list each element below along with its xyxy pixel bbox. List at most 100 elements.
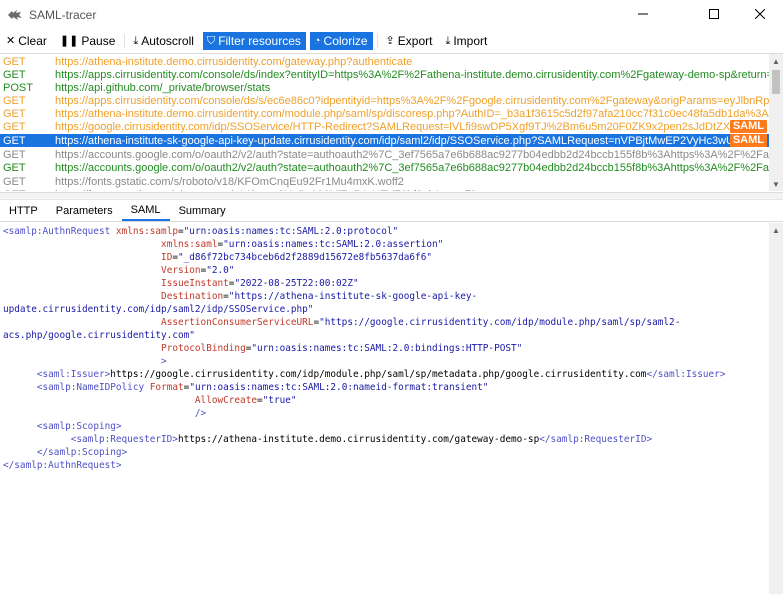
drop-icon: ◔ [313,34,321,47]
xml-tag: </samlp:RequesterID> [539,434,653,445]
xml-attr-value: "urn:oasis:names:tc:SAML:2.0:nameid-form… [189,382,489,393]
request-url: https://athena-institute.demo.cirrusiden… [55,107,769,120]
minimize-button[interactable] [620,0,666,30]
xml-attr-value: "https://athena-institute-sk-google-api-… [228,291,478,302]
request-url: https://accounts.google.com/o/oauth2/v2/… [55,161,769,174]
request-row[interactable]: GET https://accounts.google.com/o/oauth2/… [0,161,769,174]
xml-attr-value: "2022-08-25T22:00:02Z" [234,278,359,289]
xml-token [3,239,161,250]
tab-saml[interactable]: SAML [121,200,170,221]
scroll-down-icon[interactable]: ▼ [769,177,783,191]
xml-line: </samlp:AuthnRequest> [3,459,769,472]
pause-icon: ❚❚ [59,34,79,47]
xml-attr-name: IssueInstant [161,278,229,289]
request-url: https://athena-institute-sk-google-api-k… [55,134,747,147]
import-label: Import [453,34,488,48]
tab-http[interactable]: HTTP [0,200,47,221]
xml-attr-value: "2.0" [206,265,235,276]
request-url: https://google.cirrusidentity.com/idp/SS… [55,120,746,133]
xml-attr-value: "https://google.cirrusidentity.com/idp/m… [319,317,681,328]
request-url: https://fonts.gstatic.com/s/opensans/v14… [55,189,769,192]
xml-tag: </saml:Issuer> [646,369,726,380]
saml-badge: SAML [729,134,767,147]
xml-line: ProtocolBinding="urn:oasis:names:tc:SAML… [3,342,769,355]
request-url: https://fonts.gstatic.com/s/roboto/v18/K… [55,175,404,188]
x-icon: ✕ [6,34,16,47]
xml-line: /> [3,407,769,420]
maximize-icon [709,8,719,22]
detail-tabs: HTTP Parameters SAML Summary [0,201,783,222]
close-icon [754,8,766,22]
scroll-up-icon[interactable]: ▲ [769,54,783,68]
xml-attr-value: update.cirrusidentity.com/idp/saml2/idp/… [3,304,314,315]
request-url: https://api.github.com/_private/browser/… [55,81,271,94]
request-row[interactable]: GET https://apps.cirrusidentity.com/conso… [0,94,769,107]
xml-token [3,395,195,406]
request-row[interactable]: GET https://apps.cirrusidentity.com/conso… [0,68,769,81]
request-url: https://accounts.google.com/o/oauth2/v2/… [55,148,769,161]
xml-attr-value: acs.php/google.cirrusidentity.com" [3,330,195,341]
xml-line: IssueInstant="2022-08-25T22:00:02Z" [3,277,769,290]
request-row[interactable]: GET https://fonts.gstatic.com/s/roboto/v1… [0,175,769,188]
xml-attr-value: "true" [262,395,297,406]
clear-label: Clear [18,34,47,48]
xml-attr-value: "urn:oasis:names:tc:SAML:2.0:bindings:HT… [251,343,523,354]
saml-tracer-app-icon [7,7,23,23]
import-button[interactable]: ⤓ Import [441,32,492,50]
pause-button[interactable]: ❚❚ Pause [56,32,120,50]
xml-tag: /> [194,408,207,419]
request-row[interactable]: GET https://athena-institute-sk-google-ap… [0,134,769,147]
saml-badge: SAML [729,120,767,133]
xml-line: update.cirrusidentity.com/idp/saml2/idp/… [3,303,769,316]
xml-tag: <samlp:NameIDPolicy [36,382,145,393]
request-row[interactable]: GET https://athena-institute.demo.cirrusi… [0,107,769,120]
xml-attr-name: ProtocolBinding [161,343,246,354]
autoscroll-button[interactable]: ⤓ Autoscroll [129,32,199,50]
minimize-icon [638,8,648,22]
request-method: GET [3,134,26,147]
xml-token [3,434,71,445]
request-row[interactable]: GEThttps://fonts.gstatic.com/s/opensans/… [0,188,769,192]
toolbar-separator [376,34,378,48]
xml-attr-name: AssertionConsumerServiceURL [161,317,314,328]
export-button[interactable]: ⇪ Export [382,32,438,50]
request-list-scrollbar[interactable]: ▲ ▼ [769,54,783,191]
xml-token [3,382,37,393]
pane-splitter[interactable] [0,192,783,200]
request-method: GET [3,175,26,188]
tab-parameters[interactable]: Parameters [47,200,122,221]
scrollbar-thumb[interactable] [772,70,780,94]
request-method: GET [3,55,26,68]
colorize-button[interactable]: ◔ Colorize [309,32,373,50]
xml-line: xmlns:saml="urn:oasis:names:tc:SAML:2.0:… [3,238,769,251]
xml-token [3,265,161,276]
clear-button[interactable]: ✕ Clear [2,32,52,50]
request-url: https://apps.cirrusidentity.com/console/… [55,94,769,107]
xml-attr-name: Version [161,265,201,276]
xml-text: https://google.cirrusidentity.com/idp/mo… [110,369,647,380]
saml-xml-view: <samlp:AuthnRequest xmlns:samlp="urn:oas… [0,223,769,594]
request-row[interactable]: GET https://accounts.google.com/o/oauth2/… [0,148,769,161]
xml-attr-name: AllowCreate [194,395,257,406]
export-label: Export [397,34,433,48]
xml-tag: <saml:Issuer> [36,369,111,380]
maximize-button[interactable] [691,0,737,30]
close-button[interactable] [737,0,783,30]
saml-xml-code: <samlp:AuthnRequest xmlns:samlp="urn:oas… [0,223,769,472]
scroll-up-icon[interactable]: ▲ [769,223,783,237]
xml-attr-name: Destination [161,291,224,302]
request-row[interactable]: POST https://api.github.com/_private/brow… [0,81,769,94]
export-icon: ⇪ [385,34,395,47]
xml-tag: <samlp:AuthnRequest [3,226,111,237]
tab-summary[interactable]: Summary [170,200,235,221]
xml-line: acs.php/google.cirrusidentity.com" [3,329,769,342]
filter-resources-label: Filter resources [218,34,301,48]
request-row[interactable]: GET https://athena-institute.demo.cirrusi… [0,55,769,68]
xml-token [3,421,37,432]
xml-view-scrollbar[interactable]: ▲ [769,223,783,594]
request-row[interactable]: GET https://google.cirrusidentity.com/idp… [0,120,769,133]
xml-line: AllowCreate="true" [3,394,769,407]
xml-attr-name: ID [161,252,173,263]
filter-resources-button[interactable]: ⛉ Filter resources [202,32,306,50]
pause-label: Pause [81,34,116,48]
